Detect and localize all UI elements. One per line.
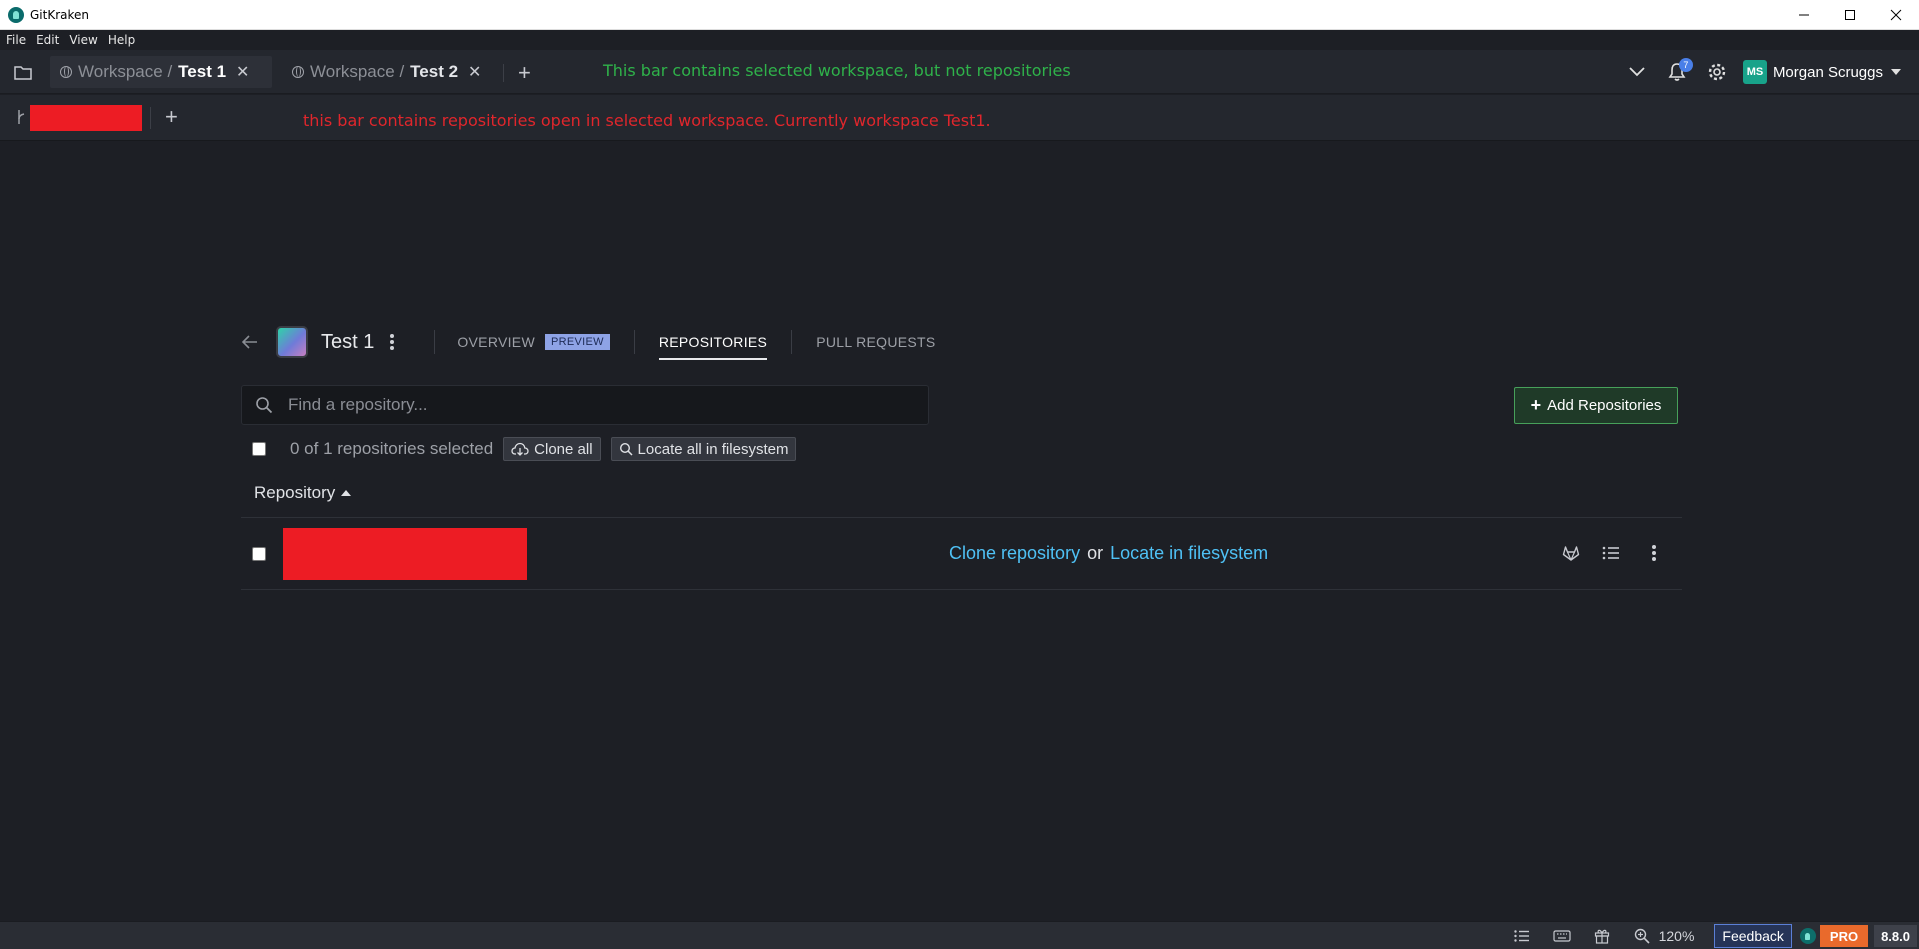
pro-badge[interactable]: PRO — [1819, 925, 1869, 947]
nav-divider — [791, 330, 793, 354]
gitlab-icon[interactable] — [1560, 542, 1582, 564]
keyboard-icon[interactable] — [1551, 926, 1573, 946]
workspace-icon — [292, 66, 304, 78]
add-repositories-button[interactable]: + Add Repositories — [1514, 387, 1678, 424]
window-controls — [1781, 0, 1919, 30]
row-actions: Clone repository or Locate in filesystem — [949, 543, 1268, 564]
search-icon — [619, 442, 633, 456]
workspace-header: Test 1 OVERVIEW PREVIEW REPOSITORIES PUL… — [240, 322, 936, 362]
window-title: GitKraken — [30, 7, 90, 22]
notification-count-badge: 7 — [1678, 58, 1693, 72]
row-more-options-icon[interactable] — [1652, 545, 1656, 561]
add-repository-tab-icon[interactable]: + — [165, 104, 178, 130]
workspace-bar-annotation: This bar contains selected workspace, bu… — [603, 61, 1071, 80]
locate-in-filesystem-link[interactable]: Locate in filesystem — [1110, 543, 1268, 564]
tab-divider — [150, 107, 151, 129]
menu-edit[interactable]: Edit — [36, 33, 59, 47]
row-checkbox[interactable] — [252, 547, 266, 561]
status-bar-right: 120% Feedback PRO 8.8.0 — [1511, 922, 1919, 949]
clone-all-button[interactable]: Clone all — [503, 437, 601, 461]
clone-all-label: Clone all — [534, 440, 593, 458]
chevron-down-icon[interactable] — [1617, 50, 1657, 94]
workspace-tab-prefix: Workspace / — [310, 62, 405, 81]
search-input[interactable] — [288, 395, 888, 415]
list-icon[interactable] — [1600, 542, 1622, 564]
folder-icon[interactable] — [12, 62, 34, 82]
version-label: 8.8.0 — [1874, 925, 1917, 947]
notifications-bell-icon[interactable]: 7 — [1657, 50, 1697, 94]
feedback-button[interactable]: Feedback — [1714, 924, 1792, 948]
tab-repositories[interactable]: REPOSITORIES — [658, 322, 768, 362]
tab-pull-requests-label: PULL REQUESTS — [816, 334, 936, 350]
sort-ascending-icon — [341, 490, 352, 496]
menu-bar: File Edit View Help — [0, 30, 1919, 50]
branch-icon — [16, 108, 26, 126]
clone-repository-link[interactable]: Clone repository — [949, 543, 1080, 564]
workspace-tab-test-1[interactable]: Workspace / Test 1 ✕ — [50, 56, 272, 88]
zoom-value: 120% — [1658, 928, 1695, 944]
locate-all-label: Locate all in filesystem — [637, 440, 789, 458]
workspace-tab-bar: Workspace / Test 1 ✕ Workspace / Test 2 … — [0, 50, 1919, 94]
repo-bar-annotation: this bar contains repositories open in s… — [303, 111, 991, 130]
workspace-avatar — [276, 326, 308, 358]
selection-toolbar: 0 of 1 repositories selected Clone all L… — [252, 436, 797, 462]
workspace-title: Test 1 — [321, 330, 375, 353]
workspace-icon — [60, 66, 72, 78]
locate-all-button[interactable]: Locate all in filesystem — [610, 437, 797, 461]
nav-divider — [633, 330, 635, 354]
table-divider — [241, 589, 1682, 590]
maximize-icon[interactable] — [1827, 0, 1873, 30]
caret-down-icon[interactable] — [1891, 69, 1901, 75]
preview-badge: PREVIEW — [544, 334, 610, 350]
window-title-bar: GitKraken — [0, 0, 1919, 30]
add-workspace-tab-icon[interactable]: + — [518, 60, 531, 86]
more-options-icon[interactable] — [390, 334, 395, 350]
tab-divider — [503, 64, 504, 82]
cloud-download-icon — [511, 442, 529, 456]
close-window-icon[interactable] — [1873, 0, 1919, 30]
table-row: Clone repository or Locate in filesystem — [241, 518, 1682, 589]
gear-icon[interactable] — [1697, 50, 1737, 94]
close-icon[interactable]: ✕ — [468, 62, 481, 82]
status-bar: 120% Feedback PRO 8.8.0 — [0, 921, 1919, 949]
minimize-icon[interactable] — [1781, 0, 1827, 30]
tab-repositories-label: REPOSITORIES — [658, 334, 768, 350]
or-text: or — [1087, 543, 1104, 563]
workspace-tab-prefix: Workspace / — [78, 62, 173, 81]
plus-icon: + — [1530, 395, 1542, 415]
selection-count: 0 of 1 repositories selected — [290, 439, 494, 458]
workspace-tab-test-2[interactable]: Workspace / Test 2 ✕ — [282, 56, 494, 88]
repository-search[interactable] — [241, 385, 929, 425]
add-repositories-label: Add Repositories — [1547, 397, 1662, 414]
menu-view[interactable]: View — [69, 33, 97, 47]
user-avatar[interactable]: MS — [1742, 60, 1767, 84]
search-icon — [254, 395, 274, 415]
tab-overview-label: OVERVIEW — [457, 334, 535, 350]
row-icons — [1542, 542, 1656, 564]
select-all-checkbox[interactable] — [252, 442, 266, 456]
column-header-label: Repository — [254, 483, 336, 502]
top-right-toolbar: 7 MS Morgan Scruggs — [1617, 50, 1919, 94]
nav-divider — [434, 330, 436, 354]
zoom-icon — [1631, 926, 1653, 946]
zoom-level[interactable]: 120% — [1631, 926, 1695, 946]
tab-pull-requests[interactable]: PULL REQUESTS — [816, 322, 935, 362]
close-icon[interactable]: ✕ — [236, 62, 249, 82]
repository-tab-bar: + this bar contains repositories open in… — [0, 95, 1919, 141]
repository-column-header[interactable]: Repository — [254, 483, 352, 503]
workspace-tab-name: Test 2 — [410, 62, 459, 81]
gitkraken-logo-icon — [8, 6, 24, 23]
back-arrow-icon[interactable] — [240, 332, 260, 352]
gift-icon[interactable] — [1591, 926, 1613, 946]
repository-tab-redacted[interactable] — [30, 105, 142, 131]
repository-name-redacted — [283, 528, 527, 580]
gitkraken-logo-icon — [1799, 928, 1816, 944]
menu-help[interactable]: Help — [108, 33, 135, 47]
workspace-tab-name: Test 1 — [178, 62, 227, 81]
tab-overview[interactable]: OVERVIEW PREVIEW — [457, 322, 610, 362]
menu-file[interactable]: File — [6, 33, 26, 47]
list-icon[interactable] — [1511, 926, 1533, 946]
user-name[interactable]: Morgan Scruggs — [1773, 64, 1883, 81]
